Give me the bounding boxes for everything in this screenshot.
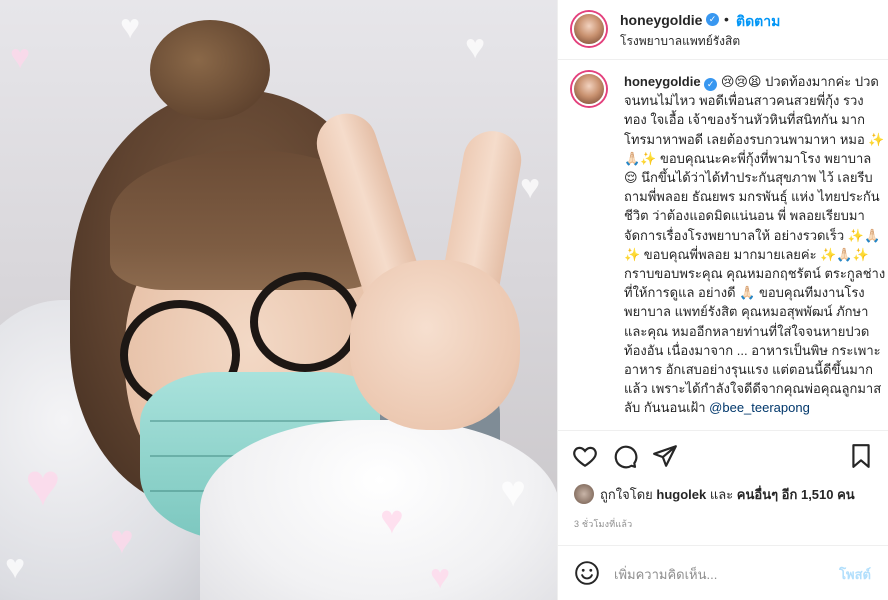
header-username[interactable]: honeygoldie (620, 12, 702, 28)
verified-badge-icon: ✓ (704, 78, 718, 91)
share-icon[interactable] (652, 443, 678, 469)
heart-decoration-icon: ♥ (120, 8, 141, 46)
post-comment-button[interactable]: โพสต์ (839, 564, 871, 585)
post-side-panel: honeygoldie ✓ • ติดตาม โรงพยาบาลแพทย์รัง… (557, 0, 888, 600)
caption-mention-link[interactable]: @bee_teerapong (709, 400, 810, 415)
heart-decoration-icon: ♥ (10, 38, 31, 76)
comment-bar: โพสต์ (558, 545, 888, 600)
heart-decoration-icon: ♥ (430, 558, 451, 596)
heart-decoration-icon: ♥ (380, 498, 404, 542)
location-link[interactable]: โรงพยาบาลแพทย์รังสิต (620, 32, 740, 51)
caption-username[interactable]: honeygoldie (624, 74, 701, 89)
heart-decoration-icon: ♥ (5, 548, 26, 586)
heart-decoration-icon: ♥ (465, 28, 486, 66)
post-timestamp[interactable]: 3 ชั่วโมงที่แล้ว (574, 517, 632, 531)
heart-decoration-icon: ♥ (520, 168, 541, 206)
photo-hair-bun (150, 20, 270, 120)
likes-user-link[interactable]: hugolek (656, 487, 706, 502)
photo-peace-hand (309, 105, 526, 430)
likes-prefix: ถูกใจโดย (600, 487, 653, 502)
likes-summary: ถูกใจโดย hugolek และ คนอื่นๆ อีก 1,510 ค… (600, 484, 855, 505)
heart-decoration-icon: ♥ (25, 451, 61, 518)
heart-decoration-icon: ♥ (500, 467, 527, 516)
follow-button[interactable]: ติดตาม (736, 11, 780, 33)
post-photo[interactable]: ♥ ♥ ♥ ♥ ♥ ♥ ♥ ♥ ♥ ♥ (0, 0, 557, 600)
separator-dot: • (724, 11, 729, 27)
action-bar (558, 430, 888, 476)
avatar[interactable] (572, 12, 606, 46)
caption: honeygoldie ✓ 😢😢😫 ปวดท้องมากค่ะ ปวดจนทนไ… (572, 72, 885, 432)
caption-avatar[interactable] (572, 72, 606, 106)
smiley-icon[interactable] (574, 560, 600, 586)
liker-avatar[interactable] (574, 484, 594, 504)
comment-input[interactable] (614, 564, 834, 584)
verified-badge-icon: ✓ (706, 13, 719, 26)
likes-others-link[interactable]: คนอื่นๆ อีก 1,510 คน (737, 487, 855, 502)
heart-icon[interactable] (572, 443, 598, 469)
likes-middle: และ (709, 487, 734, 502)
caption-text-block: honeygoldie ✓ 😢😢😫 ปวดท้องมากค่ะ ปวดจนทนไ… (624, 72, 886, 418)
instagram-post: ♥ ♥ ♥ ♥ ♥ ♥ ♥ ♥ ♥ ♥ honeygoldie ✓ • ติดต… (0, 0, 888, 600)
bookmark-icon[interactable] (848, 443, 874, 469)
caption-body: 😢😢😫 ปวดท้องมากค่ะ ปวดจนทนไม่ไหว พอดีเพื่… (624, 74, 886, 416)
heart-decoration-icon: ♥ (110, 518, 134, 562)
comment-icon[interactable] (612, 443, 638, 469)
post-header: honeygoldie ✓ • ติดตาม โรงพยาบาลแพทย์รัง… (558, 0, 888, 60)
